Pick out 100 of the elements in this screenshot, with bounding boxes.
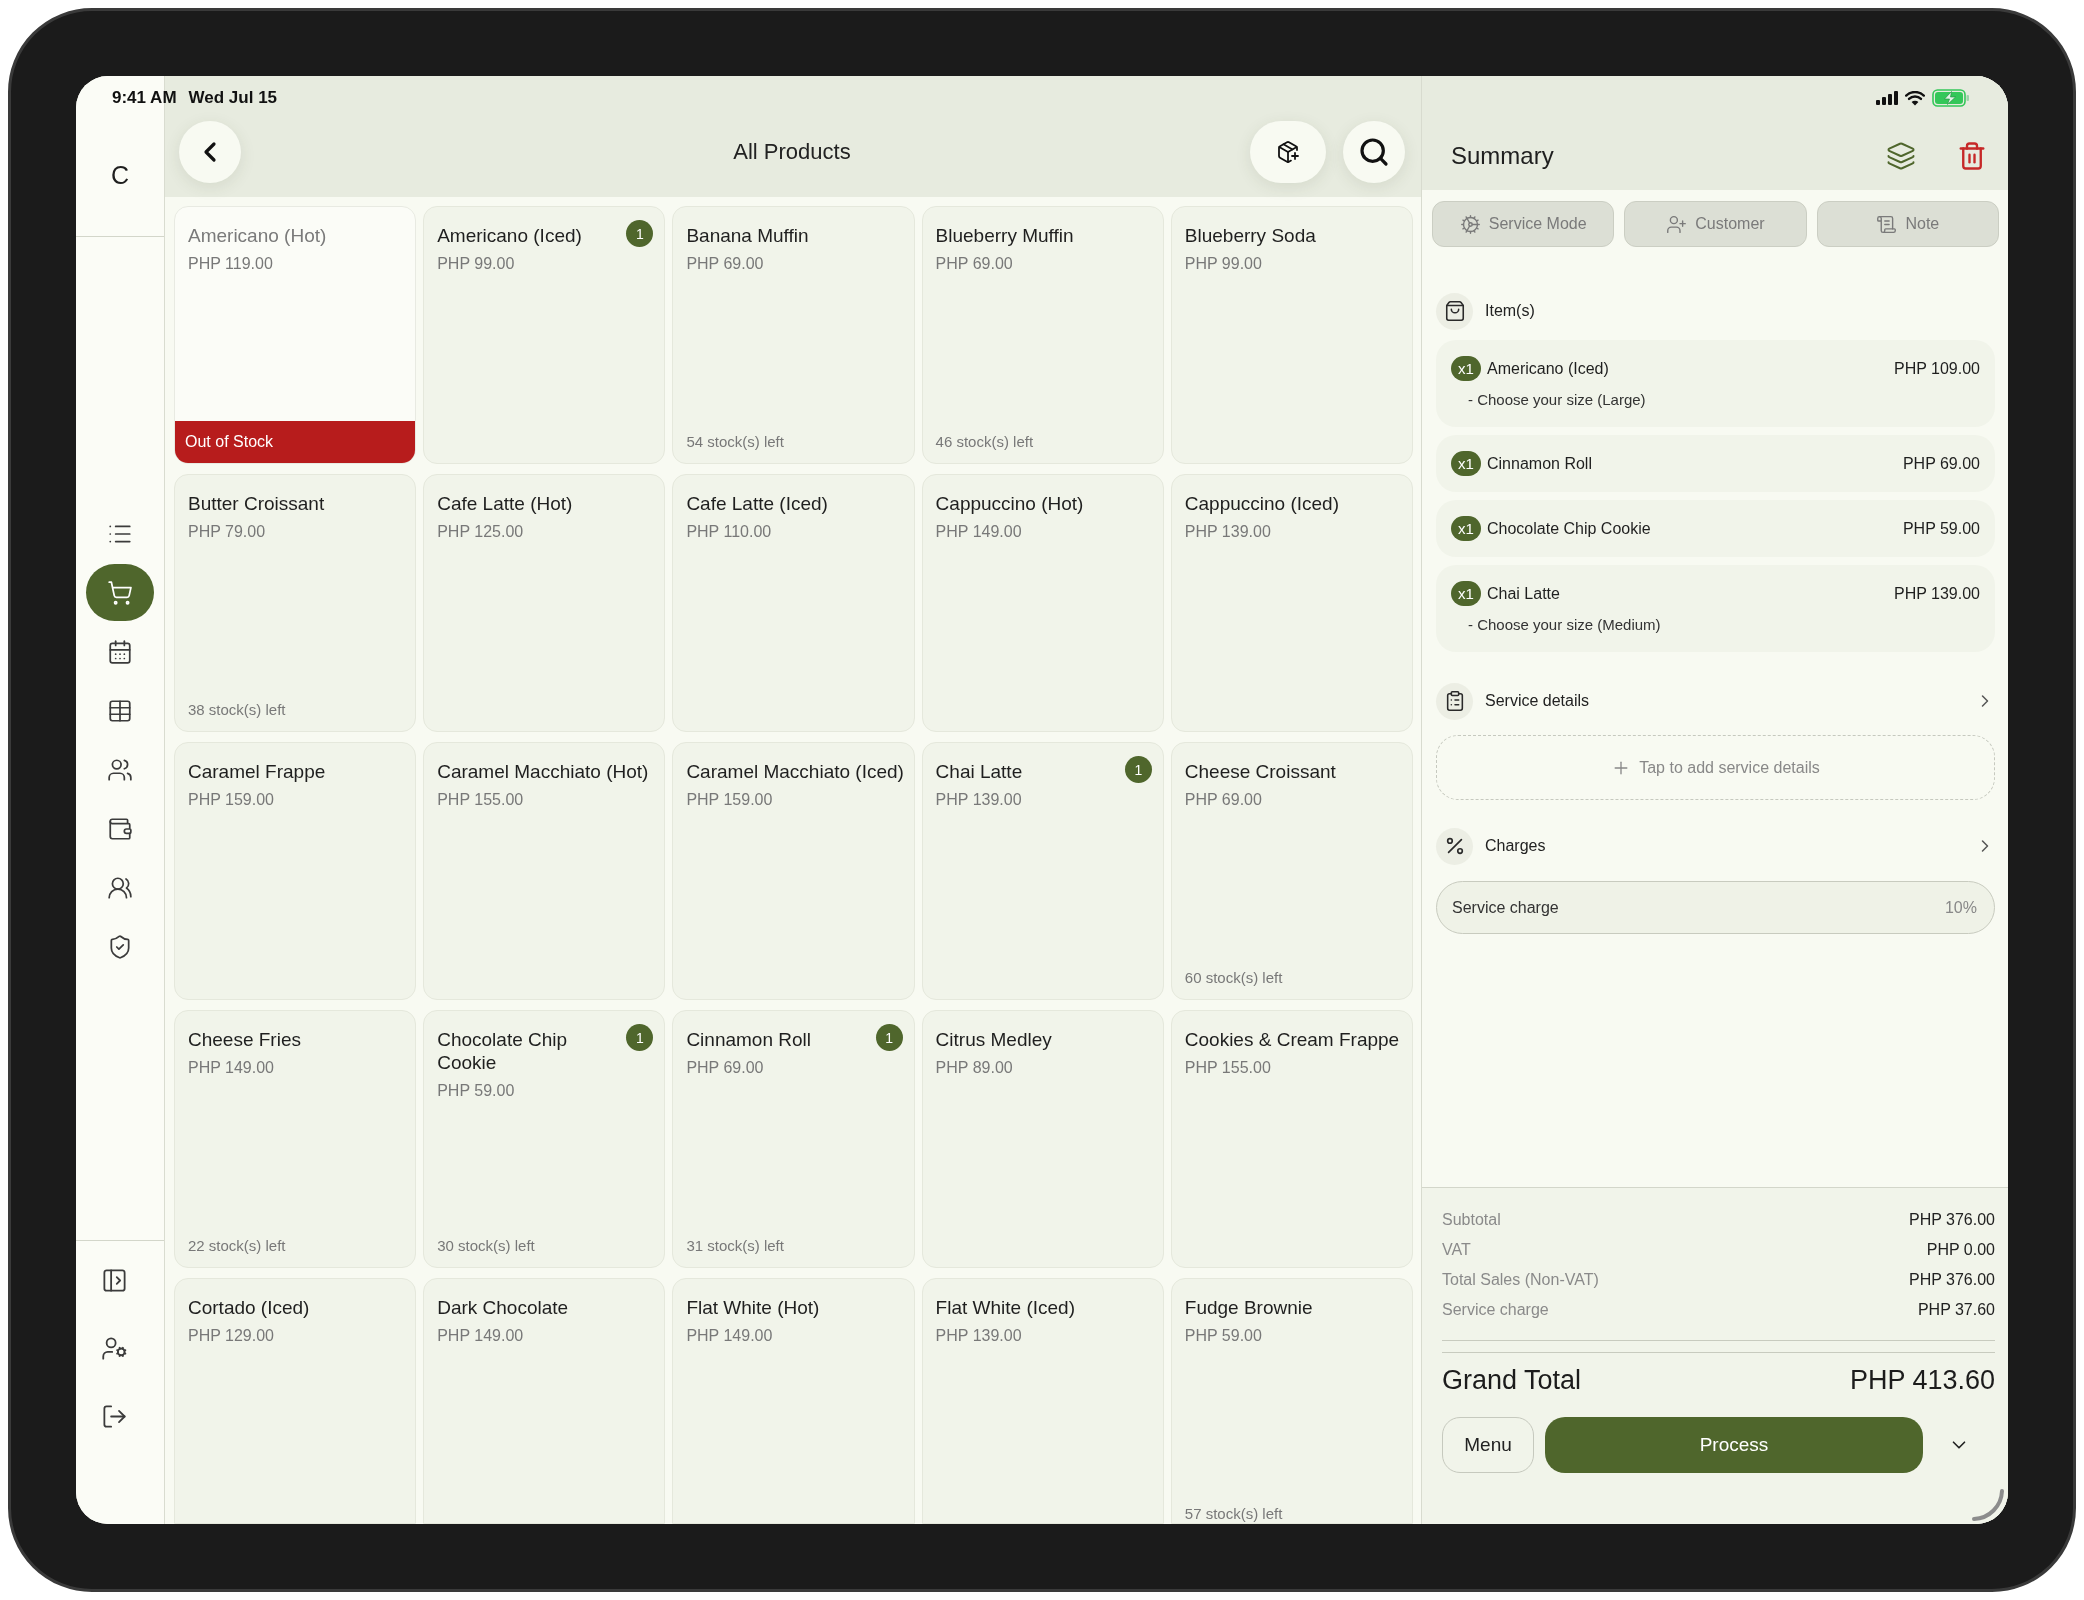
cart-count-badge: 1 [875,1024,903,1051]
layers-icon [1886,141,1916,171]
product-name: Cheese Croissant [1184,760,1337,783]
charges-heading: Charges [1485,837,1547,855]
product-price: PHP 99.00 [1184,254,1263,274]
product-price: PHP 155.00 [1184,1058,1272,1078]
scroll-icon [1876,213,1898,235]
product-price: PHP 139.00 [935,790,1023,810]
cart-count-badge: 1 [626,1024,654,1051]
resize-handle-icon[interactable] [1971,1489,2005,1521]
product-price: PHP 149.00 [935,522,1023,542]
items-heading: Item(s) [1485,302,1536,320]
product-card[interactable]: Blueberry Muffin PHP 69.00 46 stock(s) left [921,206,1164,464]
product-card[interactable]: Caramel Frappe PHP 159.00 [174,742,417,1000]
logo-letter: C [110,161,130,189]
shield-check-icon [107,933,133,960]
product-name: Dark Chocolate [437,1296,570,1319]
product-card[interactable]: Cinnamon Roll PHP 69.00 31 stock(s) left 1 [672,1010,915,1268]
product-name: Americano (Iced) [437,224,583,247]
product-price: PHP 139.00 [935,1326,1023,1346]
order-item-card[interactable]: x1 Chocolate Chip Cookie PHP 59.00 [1436,500,1995,557]
product-card[interactable]: Flat White (Hot) PHP 149.00 [672,1278,915,1524]
product-name: Caramel Frappe [188,760,327,783]
process-button[interactable]: Process [1545,1417,1923,1473]
product-name: Chocolate Chip Cookie [437,1028,569,1074]
product-card[interactable]: Cookies & Cream Frappe PHP 155.00 [1170,1010,1413,1268]
order-item-name: Cinnamon Roll [1487,454,1593,473]
order-item-card[interactable]: x1 Americano (Iced) PHP 109.00 - Choose your size (Large) [1436,340,1995,427]
status-date: Wed Jul 15 [188,88,278,108]
product-card[interactable]: Citrus Medley PHP 89.00 [921,1010,1164,1268]
product-card[interactable]: Cappuccino (Iced) PHP 139.00 [1170,474,1413,732]
product-price: PHP 149.00 [686,1326,774,1346]
product-name: Caramel Macchiato (Iced) [686,760,905,783]
product-name: Cafe Latte (Hot) [437,492,574,515]
product-card[interactable]: Americano (Hot) PHP 119.00 Out of Stock [174,206,417,464]
service-charge-row[interactable]: Service charge 10% [1436,881,1995,934]
product-card[interactable]: Chocolate Chip Cookie PHP 59.00 30 stock(s) left 1 [423,1010,666,1268]
quantity-badge: x1 [1451,356,1481,381]
order-item-price: PHP 109.00 [1894,359,1980,378]
product-price: PHP 129.00 [188,1326,275,1346]
percent-icon [1436,827,1473,865]
order-item-card[interactable]: x1 Cinnamon Roll PHP 69.00 [1436,435,1995,492]
product-card[interactable]: Fudge Brownie PHP 59.00 57 stock(s) left [1170,1278,1413,1524]
product-card[interactable]: Blueberry Soda PHP 99.00 [1170,206,1413,464]
stock-note: 54 stock(s) left [686,433,785,451]
product-card[interactable]: Cortado (Iced) PHP 129.00 [174,1278,417,1524]
product-card[interactable]: Banana Muffin PHP 69.00 54 stock(s) left [672,206,915,464]
product-card[interactable]: Cafe Latte (Iced) PHP 110.00 [672,474,915,732]
product-card[interactable]: Caramel Macchiato (Hot) PHP 155.00 [423,742,666,1000]
product-card[interactable]: Butter Croissant PHP 79.00 38 stock(s) left [174,474,417,732]
product-card[interactable]: Cheese Fries PHP 149.00 22 stock(s) left [174,1010,417,1268]
nav-button[interactable] [86,564,154,621]
order-item-card[interactable]: x1 Chai Latte PHP 139.00 - Choose your size (Medium) [1436,565,1995,652]
quantity-badge: x1 [1451,451,1481,476]
user-plus-icon [1666,213,1688,235]
product-name: Flat White (Iced) [935,1296,1076,1319]
total-value: PHP 0.00 [1926,1240,1995,1260]
quantity-badge: x1 [1451,516,1481,541]
product-name: Americano (Hot) [188,224,328,247]
product-price: PHP 69.00 [686,254,765,274]
product-name: Caramel Macchiato (Hot) [437,760,650,783]
users-icon [107,756,133,783]
product-card[interactable]: Flat White (Iced) PHP 139.00 [921,1278,1164,1524]
battery-charging-icon [1932,89,1970,107]
calendar-icon [107,638,133,665]
product-name: Fudge Brownie [1184,1296,1314,1319]
product-name: Banana Muffin [686,224,810,247]
product-card[interactable]: Dark Chocolate PHP 149.00 [423,1278,666,1524]
product-price: PHP 69.00 [686,1058,765,1078]
order-item-option: - Choose your size (Medium) [1451,614,1980,636]
product-name: Blueberry Soda [1184,224,1317,247]
product-price: PHP 79.00 [188,522,267,542]
total-label: VAT [1442,1240,1471,1260]
cart-icon [107,579,133,606]
product-name: Cafe Latte (Iced) [686,492,829,515]
order-item-name: Americano (Iced) [1487,359,1610,378]
total-value: PHP 37.60 [1917,1300,1995,1320]
menu-button[interactable]: Menu [1442,1417,1534,1473]
product-name: Cinnamon Roll [686,1028,812,1051]
order-item-name: Chai Latte [1487,584,1561,603]
total-label: Service charge [1442,1300,1549,1320]
trash-icon [1957,141,1987,171]
logout-icon [100,1402,128,1430]
order-item-price: PHP 59.00 [1902,519,1980,538]
product-price: PHP 69.00 [1184,790,1263,810]
stock-note: 60 stock(s) left [1184,969,1284,987]
product-card[interactable]: Cafe Latte (Hot) PHP 125.00 [423,474,666,732]
quantity-badge: x1 [1451,581,1481,606]
product-card[interactable]: Americano (Iced) PHP 99.00 1 [423,206,666,464]
product-card[interactable]: Caramel Macchiato (Iced) PHP 159.00 [672,742,915,1000]
search-icon [1358,136,1390,168]
gear-icon [1459,213,1481,235]
product-card[interactable]: Chai Latte PHP 139.00 1 [921,742,1164,1000]
product-name: Cortado (Iced) [188,1296,311,1319]
grand-total-value: PHP 413.60 [1849,1364,1995,1397]
product-card[interactable]: Cappuccino (Hot) PHP 149.00 [921,474,1164,732]
product-price: PHP 155.00 [437,790,525,810]
shopping-bag-icon [1436,292,1473,330]
product-card[interactable]: Cheese Croissant PHP 69.00 60 stock(s) left [1170,742,1413,1000]
product-price: PHP 59.00 [1184,1326,1263,1346]
